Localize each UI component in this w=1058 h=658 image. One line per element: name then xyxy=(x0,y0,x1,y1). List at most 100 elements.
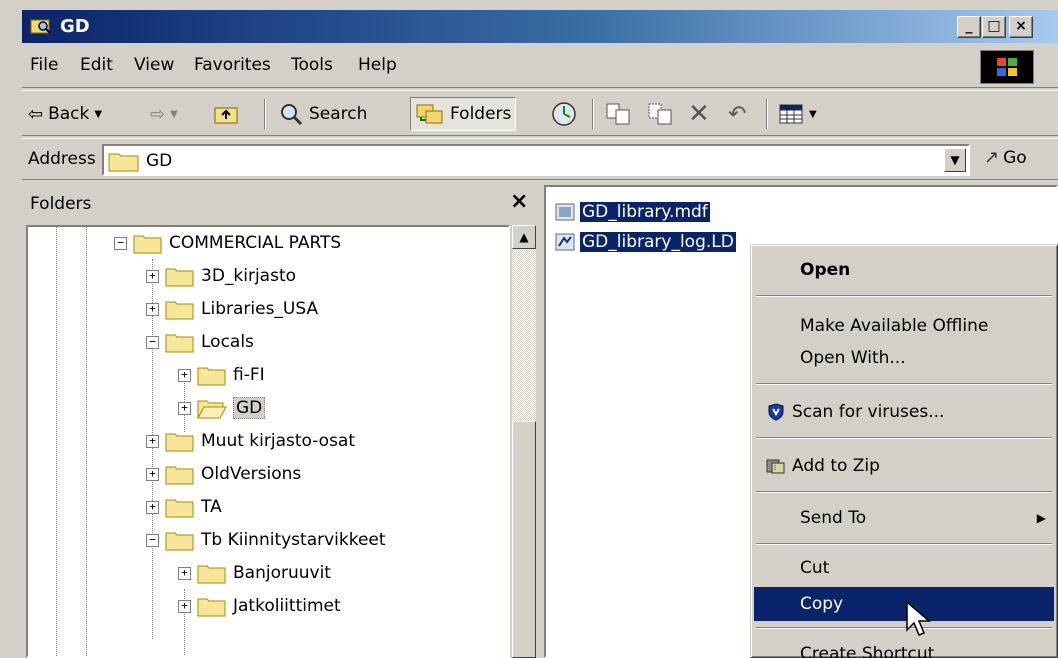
expand-icon[interactable]: + xyxy=(146,500,159,514)
folder-tree[interactable]: − COMMERCIAL PARTS + 3D_kirjasto + Libra… xyxy=(26,225,510,658)
scroll-up-button[interactable]: ▲ xyxy=(512,225,536,249)
menu-scan-for-viruses-label: Scan for viruses... xyxy=(792,402,945,422)
close-button[interactable]: × xyxy=(1009,16,1033,38)
go-label: Go xyxy=(1003,147,1027,168)
context-menu: Open Make Available Offline Open With...… xyxy=(750,244,1058,658)
expand-icon[interactable]: + xyxy=(146,302,159,316)
file-item[interactable]: GD_library.mdf xyxy=(554,199,710,225)
windows-logo-icon xyxy=(980,50,1034,84)
expand-icon[interactable]: + xyxy=(178,599,191,613)
tree-item-selected[interactable]: + GD xyxy=(178,392,266,424)
folder-icon xyxy=(165,268,194,287)
back-button[interactable]: ⇦ Back ▼ xyxy=(28,100,102,128)
folders-pane-header: Folders × xyxy=(22,185,538,223)
menu-view[interactable]: View xyxy=(134,55,174,75)
menu-make-available-offline-label: Make Available Offline xyxy=(800,316,989,336)
views-icon xyxy=(779,104,803,124)
address-input[interactable]: GD ▼ xyxy=(102,144,970,176)
tree-item[interactable]: + Muut kirjasto-osat xyxy=(146,425,355,457)
file-name: GD_library.mdf xyxy=(580,202,710,222)
minimize-button[interactable]: _ xyxy=(957,16,981,38)
expand-icon[interactable]: + xyxy=(178,566,191,580)
tree-item-label: Libraries_USA xyxy=(201,299,319,319)
menu-open-label: Open xyxy=(800,260,851,280)
tree-item[interactable]: + Banjoruuvit xyxy=(178,557,331,589)
menu-tools[interactable]: Tools xyxy=(291,55,333,75)
expand-icon[interactable]: + xyxy=(178,401,191,415)
expand-icon[interactable]: + xyxy=(146,434,159,448)
menu-help[interactable]: Help xyxy=(358,55,397,75)
tree-item-label: Locals xyxy=(201,332,254,352)
folder-icon xyxy=(108,153,139,172)
standard-toolbar: ⇦ Back ▼ ⇨ ▼ Search Folders ✕ ↶ ▼ xyxy=(22,90,1058,136)
chevron-down-icon: ▼ xyxy=(950,153,960,167)
folder-icon xyxy=(165,301,194,320)
menu-create-shortcut-label: Create Shortcut xyxy=(800,644,935,658)
folder-icon xyxy=(197,367,226,386)
views-button[interactable]: ▼ xyxy=(778,100,817,128)
expand-icon[interactable]: + xyxy=(178,368,191,382)
tree-item-label: TA xyxy=(201,497,222,517)
menu-separator xyxy=(756,491,1052,493)
move-to-button[interactable] xyxy=(604,100,632,128)
folders-label: Folders xyxy=(450,104,512,124)
undo-button[interactable]: ↶ xyxy=(728,100,746,128)
chevron-down-icon: ▼ xyxy=(94,108,103,120)
menu-scan-for-viruses[interactable]: Scan for viruses... xyxy=(754,395,1054,429)
submenu-arrow-icon: ▶ xyxy=(1036,511,1046,525)
tree-item[interactable]: − Locals xyxy=(146,326,254,358)
tree-item[interactable]: + TA xyxy=(146,491,222,523)
forward-button[interactable]: ⇨ ▼ xyxy=(150,100,178,128)
copy-to-button[interactable] xyxy=(646,100,674,128)
collapse-icon[interactable]: − xyxy=(146,335,159,349)
menu-make-available-offline[interactable]: Make Available Offline xyxy=(754,309,1054,343)
tree-item[interactable]: − Tb Kiinnitystarvikkeet xyxy=(146,524,386,556)
tree-item[interactable]: + Libraries_USA xyxy=(146,293,318,325)
tree-item[interactable]: + Jatkoliittimet xyxy=(178,590,341,622)
menu-bar: File Edit View Favorites Tools Help xyxy=(22,46,1058,88)
folders-pane-close-button[interactable]: × xyxy=(510,189,528,214)
menu-send-to[interactable]: Send To ▶ xyxy=(754,501,1054,535)
menu-cut[interactable]: Cut xyxy=(754,551,1054,585)
folder-icon xyxy=(197,598,226,617)
tree-item[interactable]: + OldVersions xyxy=(146,458,301,490)
delete-button[interactable]: ✕ xyxy=(688,99,710,129)
folder-icon xyxy=(165,334,194,353)
menu-copy[interactable]: Copy xyxy=(754,587,1054,621)
tree-line xyxy=(86,227,87,656)
menu-file[interactable]: File xyxy=(30,55,58,75)
menu-add-to-zip[interactable]: Add to Zip xyxy=(754,449,1054,483)
tree-item[interactable]: − COMMERCIAL PARTS xyxy=(114,227,341,259)
title-bar[interactable]: GD _ □ × xyxy=(22,10,1058,43)
folder-icon xyxy=(165,433,194,452)
menu-create-shortcut[interactable]: Create Shortcut xyxy=(754,637,1054,658)
scroll-thumb[interactable] xyxy=(512,421,536,658)
history-icon xyxy=(552,102,576,126)
folders-button[interactable]: Folders xyxy=(410,97,517,131)
search-button[interactable]: Search xyxy=(278,100,367,128)
up-folder-button[interactable] xyxy=(214,100,240,128)
address-dropdown-button[interactable]: ▼ xyxy=(944,148,966,172)
move-to-icon xyxy=(606,103,630,125)
menu-separator xyxy=(756,295,1052,297)
history-button[interactable] xyxy=(550,100,578,128)
collapse-icon[interactable]: − xyxy=(146,533,159,547)
tree-item[interactable]: + fi-FI xyxy=(178,359,265,391)
maximize-button[interactable]: □ xyxy=(982,16,1006,38)
menu-edit[interactable]: Edit xyxy=(80,55,113,75)
menu-open[interactable]: Open xyxy=(754,253,1054,287)
expand-icon[interactable]: + xyxy=(146,467,159,481)
open-folder-icon xyxy=(197,400,227,419)
delete-icon: ✕ xyxy=(688,99,710,129)
up-folder-icon xyxy=(214,107,238,124)
file-item[interactable]: GD_library_log.LD xyxy=(554,229,736,255)
folder-tree-scrollbar[interactable]: ▲ xyxy=(512,225,536,658)
menu-favorites[interactable]: Favorites xyxy=(194,55,271,75)
tree-item[interactable]: + 3D_kirjasto xyxy=(146,260,296,292)
toolbar-separator xyxy=(592,99,594,129)
menu-open-with[interactable]: Open With... xyxy=(754,341,1054,375)
go-button[interactable]: ↗ Go xyxy=(984,147,1027,168)
collapse-icon[interactable]: − xyxy=(114,236,127,250)
tree-item-label: 3D_kirjasto xyxy=(201,266,297,286)
expand-icon[interactable]: + xyxy=(146,269,159,283)
